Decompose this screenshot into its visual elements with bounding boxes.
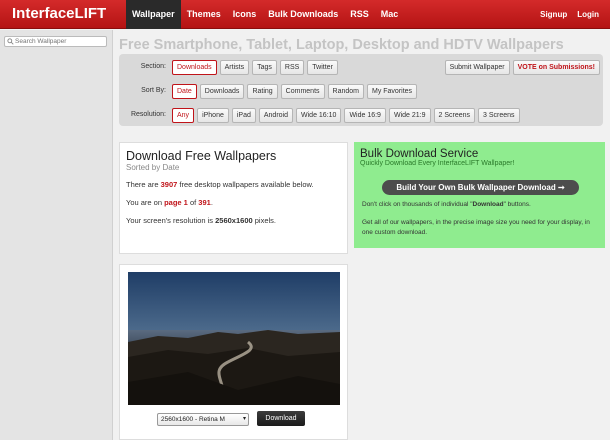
top-header: InterfaceLIFT Wallpaper Themes Icons Bul… (0, 0, 610, 29)
sort-label: Sort By: (141, 87, 166, 94)
res-wide1610-button[interactable]: Wide 16:10 (296, 108, 342, 123)
wallpaper-count-text: There are 3907 free desktop wallpapers a… (126, 180, 314, 189)
submit-wallpaper-button[interactable]: Submit Wallpaper (444, 60, 510, 75)
section-downloads-button[interactable]: Downloads (172, 60, 217, 75)
nav-rss[interactable]: RSS (344, 0, 375, 29)
section-twitter-button[interactable]: Twitter (307, 60, 338, 75)
main-nav: Wallpaper Themes Icons Bulk Downloads RS… (126, 0, 404, 29)
wallpaper-count: 3907 (160, 180, 178, 189)
res-3screens-button[interactable]: 3 Screens (478, 108, 520, 123)
res-ipad-button[interactable]: iPad (231, 108, 256, 123)
bulk-download-box: Bulk Download Service Quickly Download E… (354, 142, 605, 248)
nav-bulk-downloads[interactable]: Bulk Downloads (262, 0, 344, 29)
page-link[interactable]: page 1 (164, 198, 188, 207)
nav-themes[interactable]: Themes (181, 0, 227, 29)
vote-submissions-button[interactable]: VOTE on Submissions! (512, 60, 600, 75)
bulk-description-2: Get all of our wallpapers, in the precis… (362, 219, 590, 236)
resolution-label: Resolution: (130, 111, 166, 118)
nav-icons[interactable]: Icons (227, 0, 263, 29)
signup-link[interactable]: Signup (535, 0, 572, 29)
filter-panel: Section: Downloads Artists Tags RSS Twit… (119, 54, 603, 126)
build-bulk-download-button[interactable]: Build Your Own Bulk Wallpaper Download ➞ (382, 180, 579, 195)
res-android-button[interactable]: Android (258, 108, 294, 123)
sort-random-button[interactable]: Random (327, 84, 364, 99)
download-title: Download Free Wallpapers (126, 149, 277, 163)
total-pages-link[interactable]: 391 (198, 198, 211, 207)
wallpaper-thumbnail[interactable] (128, 272, 340, 405)
search-input[interactable] (15, 38, 105, 45)
res-wide219-button[interactable]: Wide 21:9 (388, 108, 431, 123)
resolution-select[interactable]: 2560x1600 - Retina M ▾ (157, 413, 249, 426)
res-wide169-button[interactable]: Wide 16:9 (344, 108, 386, 123)
bulk-title: Bulk Download Service (360, 148, 479, 160)
screen-resolution: 2560x1600 (215, 216, 253, 225)
account-nav: Signup Login (535, 0, 604, 29)
section-row: Section: Downloads Artists Tags RSS Twit… (119, 57, 603, 77)
search-icon (7, 38, 14, 45)
section-rss-button[interactable]: RSS (279, 60, 305, 75)
sort-date-button[interactable]: Date (172, 84, 197, 99)
wallpaper-card: 2560x1600 - Retina M ▾ Download (119, 264, 348, 440)
sort-comments-button[interactable]: Comments (280, 84, 325, 99)
search-box[interactable] (4, 36, 107, 47)
download-info-box: Download Free Wallpapers Sorted by Date … (119, 142, 348, 254)
nav-mac[interactable]: Mac (375, 0, 405, 29)
login-link[interactable]: Login (572, 0, 604, 29)
sort-rating-button[interactable]: Rating (247, 84, 278, 99)
sort-favorites-button[interactable]: My Favorites (366, 84, 418, 99)
resolution-row: Resolution: Any iPhone iPad Android Wide… (119, 105, 603, 125)
res-any-button[interactable]: Any (172, 108, 195, 123)
section-artists-button[interactable]: Artists (219, 60, 250, 75)
page-title: Free Smartphone, Tablet, Laptop, Desktop… (119, 37, 564, 53)
page-info-text: You are on page 1 of 391. (126, 198, 213, 207)
res-2screens-button[interactable]: 2 Screens (433, 108, 476, 123)
bulk-subtitle: Quickly Download Every InterfaceLIFT Wal… (360, 160, 515, 167)
chevron-down-icon: ▾ (242, 416, 246, 422)
sort-row: Sort By: Date Downloads Rating Comments … (119, 81, 603, 101)
res-iphone-button[interactable]: iPhone (197, 108, 229, 123)
sort-downloads-button[interactable]: Downloads (199, 84, 245, 99)
sidebar (0, 30, 113, 440)
site-logo[interactable]: InterfaceLIFT (12, 5, 106, 22)
download-subtitle: Sorted by Date (126, 163, 180, 172)
resolution-info-text: Your screen's resolution is 2560x1600 pi… (126, 216, 277, 225)
bulk-description-1: Don't click on thousands of individual "… (362, 201, 531, 208)
wallpaper-download-button[interactable]: Download (257, 411, 305, 426)
section-tags-button[interactable]: Tags (252, 60, 277, 75)
nav-wallpaper[interactable]: Wallpaper (126, 0, 181, 29)
section-label: Section: (140, 63, 166, 70)
